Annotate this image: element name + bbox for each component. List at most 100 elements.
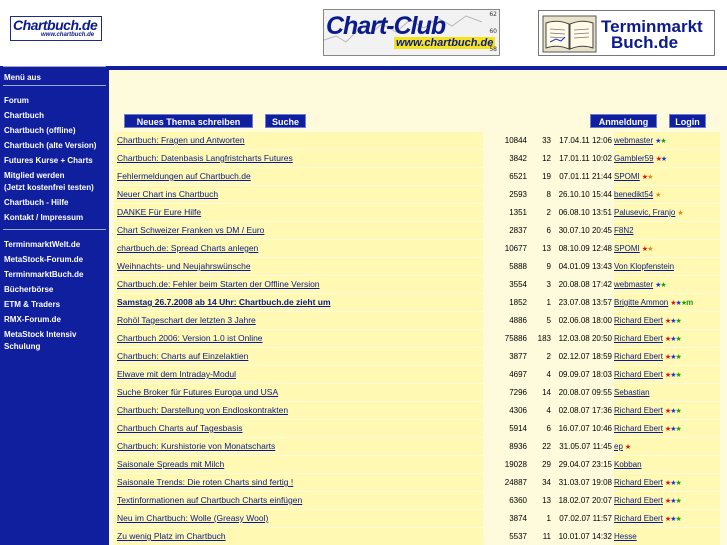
topic-author-link[interactable]: Sebastian bbox=[614, 388, 650, 397]
topic-author-link[interactable]: Richard Ebert bbox=[614, 406, 663, 415]
topic-author-link[interactable]: webmaster bbox=[614, 280, 653, 289]
register-button[interactable]: Anmeldung bbox=[590, 114, 657, 128]
topic-author-link[interactable]: Richard Ebert bbox=[614, 334, 663, 343]
table-row: Textinformationen auf Chartbuch Charts e… bbox=[114, 492, 720, 509]
sidebar-divider bbox=[3, 229, 106, 230]
topic-author-link[interactable]: Richard Ebert bbox=[614, 316, 663, 325]
topic-date: 31.05.07 11:45 bbox=[559, 442, 612, 451]
sidebar-item-terminmarktwelt[interactable]: TerminmarktWelt.de bbox=[4, 239, 80, 250]
star-icon: ★ bbox=[675, 516, 681, 523]
sidebar-item-metastock-forum[interactable]: MetaStock-Forum.de bbox=[4, 254, 83, 265]
sidebar-item-buecherboerse[interactable]: Bücherbörse bbox=[4, 284, 53, 295]
topic-date: 06.08.10 13:51 bbox=[558, 208, 612, 217]
topic-title-link[interactable]: Chartbuch.de: Fehler beim Starten der Of… bbox=[117, 279, 320, 289]
topic-title-link[interactable]: Samstag 26.7.2008 ab 14 Uhr: Chartbuch.d… bbox=[117, 297, 331, 307]
topic-date: 17.04.11 12:06 bbox=[559, 136, 612, 145]
topic-author-cell: Richard Ebert ★★★ bbox=[614, 312, 720, 329]
topic-author-link[interactable]: Richard Ebert bbox=[614, 496, 663, 505]
sidebar-item-kontakt[interactable]: Kontakt / Impressum bbox=[4, 212, 83, 223]
topic-title-link[interactable]: Chartbuch: Charts auf Einzelaktien bbox=[117, 351, 248, 361]
topic-title-link[interactable]: Textinformationen auf Chartbuch Charts e… bbox=[117, 495, 302, 505]
topic-author-link[interactable]: Kobban bbox=[614, 460, 642, 469]
topic-replies: 8 bbox=[546, 190, 551, 199]
topic-author-link[interactable]: Palusevic, Franjo bbox=[614, 208, 675, 217]
topic-title-link[interactable]: Elwave mit dem Intraday-Modul bbox=[117, 369, 236, 379]
topic-title-link[interactable]: Zu wenig Platz im Chartbuch bbox=[117, 531, 226, 541]
star-icon: ★ bbox=[675, 336, 681, 343]
topic-author-link[interactable]: Richard Ebert bbox=[614, 352, 663, 361]
rank-stars-icon: ★★★ bbox=[665, 498, 682, 505]
topic-author-cell: F8N2 bbox=[614, 222, 720, 239]
topic-title-link[interactable]: Saisonale Trends: Die roten Charts sind … bbox=[117, 477, 293, 487]
topic-title-link[interactable]: Chartbuch: Datenbasis Langfristcharts Fu… bbox=[117, 153, 293, 163]
topic-replies: 2 bbox=[546, 208, 551, 217]
sidebar-item-testen[interactable]: (Jetzt kostenfrei testen) bbox=[4, 182, 94, 193]
rank-stars-icon: ★★ bbox=[642, 246, 654, 253]
sidebar-item-rmx-forum[interactable]: RMX-Forum.de bbox=[4, 314, 61, 325]
page-header: Chartbuch.de www.chartbuch.de Chart-Club… bbox=[0, 0, 727, 66]
terminmarktbuch-logo[interactable]: Terminmarkt Buch.de bbox=[538, 10, 715, 56]
topic-author-link[interactable]: Richard Ebert bbox=[614, 424, 663, 433]
topic-title-link[interactable]: chartbuch.de: Spread Charts anlegen bbox=[117, 243, 258, 253]
topic-title-link[interactable]: Chartbuch Charts auf Tagesbasis bbox=[117, 423, 243, 433]
topic-replies: 13 bbox=[542, 244, 551, 253]
chartbuch-logo[interactable]: Chartbuch.de www.chartbuch.de bbox=[10, 16, 102, 41]
topic-title-link[interactable]: Neu im Chartbuch: Wolle (Greasy Wool) bbox=[117, 513, 268, 523]
topic-author-link[interactable]: F8N2 bbox=[614, 226, 634, 235]
topic-title-link[interactable]: Fehlermeldungen auf Chartbuch.de bbox=[117, 171, 251, 181]
topic-title-link[interactable]: Chartbuch: Kurshistorie von Monatscharts bbox=[117, 441, 275, 451]
topic-author-link[interactable]: ep bbox=[614, 442, 623, 451]
topic-author-cell: Sebastian bbox=[614, 384, 720, 401]
sidebar-item-chartbuch-alte-version[interactable]: Chartbuch (alte Version) bbox=[4, 140, 96, 151]
sidebar-item-forum[interactable]: Forum bbox=[4, 95, 29, 106]
sidebar-item-schulung[interactable]: Schulung bbox=[4, 341, 40, 352]
topic-title-link[interactable]: Chartbuch: Darstellung von Endloskontrak… bbox=[117, 405, 288, 415]
topic-title-link[interactable]: DANKE Für Eure Hilfe bbox=[117, 207, 201, 217]
search-button[interactable]: Suche bbox=[265, 114, 306, 128]
topic-replies: 14 bbox=[542, 388, 551, 397]
topic-title-link[interactable]: Chartbuch: Fragen und Antworten bbox=[117, 135, 245, 145]
topic-title-link[interactable]: Chart Schweizer Franken vs DM / Euro bbox=[117, 225, 264, 235]
sidebar-item-chartbuch[interactable]: Chartbuch bbox=[4, 110, 44, 121]
topic-title-link[interactable]: Neuer Chart ins Chartbuch bbox=[117, 189, 218, 199]
topic-title-link[interactable]: Rohöl Tageschart der letzten 3 Jahre bbox=[117, 315, 256, 325]
login-button[interactable]: Login bbox=[669, 114, 706, 128]
sidebar-item-etm-traders[interactable]: ETM & Traders bbox=[4, 299, 60, 310]
sidebar-menu-off[interactable]: Menü aus bbox=[4, 72, 41, 83]
sidebar-item-hilfe[interactable]: Chartbuch - Hilfe bbox=[4, 197, 68, 208]
sidebar-item-terminmarktbuch[interactable]: TerminmarktBuch.de bbox=[4, 269, 83, 280]
topic-author-link[interactable]: SPOMI bbox=[614, 244, 640, 253]
topic-views: 3877 bbox=[485, 348, 529, 365]
topic-author-link[interactable]: Brigitte Ammon bbox=[614, 298, 668, 307]
topic-author-link[interactable]: Richard Ebert bbox=[614, 370, 663, 379]
topic-author-cell: Richard Ebert ★★★ bbox=[614, 330, 720, 347]
new-topic-button[interactable]: Neues Thema schreiben bbox=[124, 114, 253, 128]
chart-club-logo[interactable]: Chart-Club www.chartbuch.de 62 60 58 bbox=[323, 9, 500, 56]
topic-title-link[interactable]: Weihnachts- und Neujahrswünsche bbox=[117, 261, 251, 271]
topic-author-cell: Brigitte Ammon ★★★m bbox=[614, 294, 720, 311]
sidebar-item-metastock-intensiv[interactable]: MetaStock Intensiv bbox=[4, 329, 76, 340]
topic-author-link[interactable]: SPOMI bbox=[614, 172, 640, 181]
table-row: Neuer Chart ins Chartbuch 2593 8 26.10.10 1… bbox=[114, 186, 720, 203]
topic-author-cell: webmaster ★★ bbox=[614, 132, 720, 149]
topic-author-link[interactable]: benedikt54 bbox=[614, 190, 653, 199]
topic-title-link[interactable]: Suche Broker für Futures Europa und USA bbox=[117, 387, 278, 397]
topic-replies: 183 bbox=[537, 334, 551, 343]
sidebar-item-futures-kurse[interactable]: Futures Kurse + Charts bbox=[4, 155, 93, 166]
rank-stars-icon: ★★ bbox=[656, 156, 668, 163]
sidebar: Menü aus Forum Chartbuch Chartbuch (offl… bbox=[0, 66, 109, 545]
topic-author-link[interactable]: Hesse bbox=[614, 532, 637, 541]
topic-title-cell: Chartbuch: Datenbasis Langfristcharts Fu… bbox=[114, 150, 483, 167]
topic-author-link[interactable]: Richard Ebert bbox=[614, 478, 663, 487]
topic-title-link[interactable]: Saisonale Spreads mit Milch bbox=[117, 459, 224, 469]
topic-author-link[interactable]: webmaster bbox=[614, 136, 653, 145]
table-row: Chartbuch: Charts auf Einzelaktien 3877 2 0… bbox=[114, 348, 720, 365]
topic-views: 3874 bbox=[485, 510, 529, 527]
topic-author-link[interactable]: Richard Ebert bbox=[614, 514, 663, 523]
topic-author-link[interactable]: Gambler59 bbox=[614, 154, 654, 163]
topic-title-link[interactable]: Chartbuch 2006: Version 1.0 ist Online bbox=[117, 333, 263, 343]
topic-replies: 1 bbox=[546, 514, 551, 523]
topic-author-link[interactable]: Von Klopfenstein bbox=[614, 262, 674, 271]
sidebar-item-chartbuch-offline[interactable]: Chartbuch (offline) bbox=[4, 125, 76, 136]
sidebar-item-mitglied-werden[interactable]: Mitglied werden bbox=[4, 170, 64, 181]
